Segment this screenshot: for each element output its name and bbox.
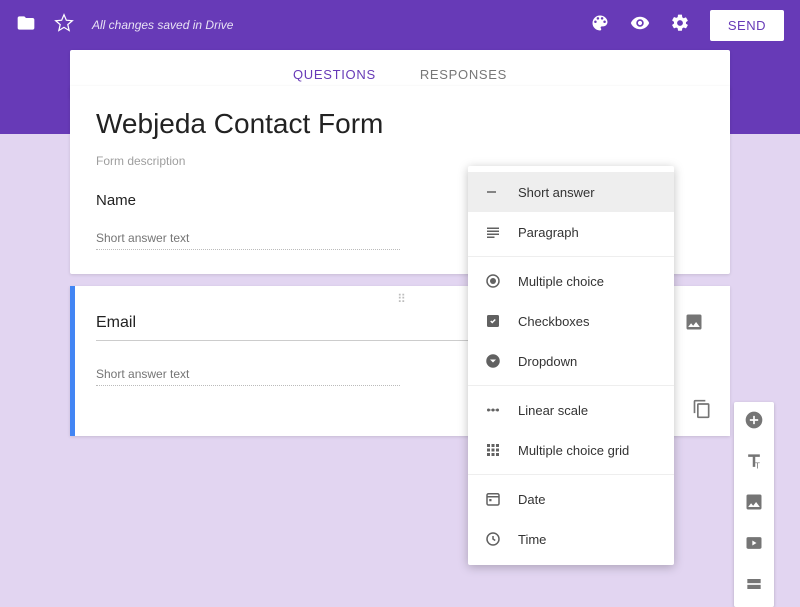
svg-text:T: T bbox=[755, 461, 760, 471]
dropdown-item-label: Dropdown bbox=[518, 354, 577, 369]
palette-icon[interactable] bbox=[590, 13, 610, 38]
drag-handle-icon[interactable]: ⠿ bbox=[397, 292, 408, 306]
dropdown-item-paragraph[interactable]: Paragraph bbox=[468, 212, 674, 252]
dropdown-item-label: Multiple choice bbox=[518, 274, 604, 289]
add-video-icon[interactable] bbox=[744, 533, 764, 558]
dropdown-separator bbox=[468, 474, 674, 475]
dropdown-item-date[interactable]: Date bbox=[468, 479, 674, 519]
add-title-icon[interactable]: T bbox=[744, 451, 764, 476]
question-type-dropdown: Short answer Paragraph Multiple choice C… bbox=[468, 166, 674, 565]
dropdown-item-label: Checkboxes bbox=[518, 314, 590, 329]
dropdown-item-time[interactable]: Time bbox=[468, 519, 674, 559]
dropdown-separator bbox=[468, 385, 674, 386]
add-question-icon[interactable] bbox=[744, 410, 764, 435]
preview-icon[interactable] bbox=[630, 13, 650, 38]
form-title[interactable]: Webjeda Contact Form bbox=[96, 108, 704, 140]
dropdown-item-multiple-choice[interactable]: Multiple choice bbox=[468, 261, 674, 301]
topbar-right: SEND bbox=[590, 10, 784, 41]
dropdown-item-linear-scale[interactable]: Linear scale bbox=[468, 390, 674, 430]
dropdown-item-label: Time bbox=[518, 532, 546, 547]
add-section-icon[interactable] bbox=[744, 574, 764, 599]
settings-icon[interactable] bbox=[670, 13, 690, 38]
dropdown-item-multiple-choice-grid[interactable]: Multiple choice grid bbox=[468, 430, 674, 470]
dropdown-item-dropdown[interactable]: Dropdown bbox=[468, 341, 674, 381]
folder-icon[interactable] bbox=[16, 13, 36, 38]
topbar: All changes saved in Drive SEND bbox=[0, 0, 800, 50]
save-status: All changes saved in Drive bbox=[92, 18, 233, 32]
canvas: Webjeda Contact Form Form description Na… bbox=[0, 86, 800, 525]
dropdown-item-label: Linear scale bbox=[518, 403, 588, 418]
answer-input bbox=[96, 227, 400, 250]
insert-image-icon[interactable] bbox=[684, 312, 704, 337]
dropdown-item-label: Paragraph bbox=[518, 225, 579, 240]
dropdown-item-label: Multiple choice grid bbox=[518, 443, 629, 458]
star-icon[interactable] bbox=[54, 13, 74, 38]
dropdown-item-checkboxes[interactable]: Checkboxes bbox=[468, 301, 674, 341]
add-image-icon[interactable] bbox=[744, 492, 764, 517]
dropdown-item-short-answer[interactable]: Short answer bbox=[468, 172, 674, 212]
dropdown-item-label: Short answer bbox=[518, 185, 595, 200]
side-toolbar: T bbox=[734, 402, 774, 607]
dropdown-separator bbox=[468, 256, 674, 257]
dropdown-item-label: Date bbox=[518, 492, 545, 507]
send-button[interactable]: SEND bbox=[710, 10, 784, 41]
duplicate-icon[interactable] bbox=[692, 399, 712, 424]
answer-input bbox=[96, 363, 400, 386]
topbar-left: All changes saved in Drive bbox=[16, 13, 233, 38]
